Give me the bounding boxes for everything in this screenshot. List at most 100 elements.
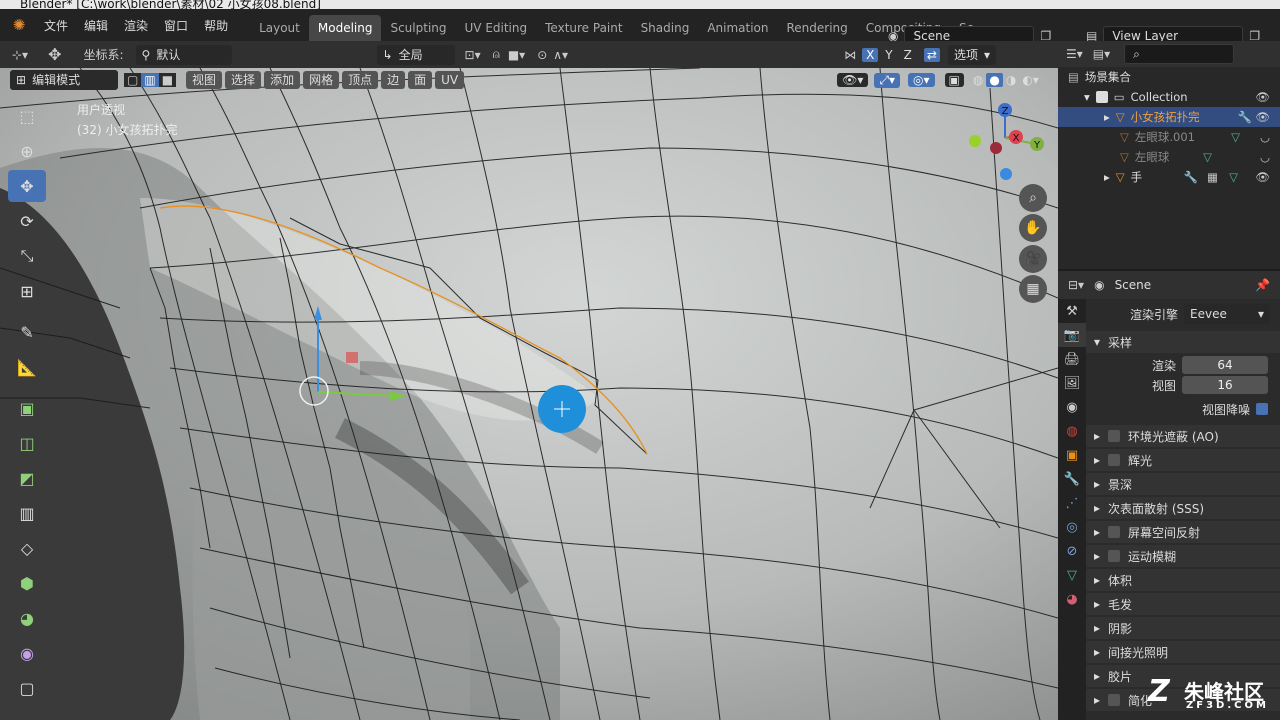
rendered-shading-icon[interactable]: ◐▾ xyxy=(1019,73,1042,87)
snap-icon[interactable]: ⍝ xyxy=(493,47,500,62)
panel-volumetrics[interactable]: ▸ 体积 xyxy=(1086,569,1280,591)
cursor-icon[interactable]: ⊕ xyxy=(8,135,46,167)
menu-help[interactable]: 帮助 xyxy=(196,17,236,34)
scale-icon[interactable]: ⤡ xyxy=(8,240,46,272)
wrench-icon[interactable]: 🔧 xyxy=(1238,110,1252,124)
extrude-icon[interactable]: ▣ xyxy=(8,392,46,424)
edge-slide-icon[interactable]: ▢ xyxy=(8,672,46,704)
ssr-checkbox[interactable] xyxy=(1108,526,1121,538)
loop-cut-icon[interactable]: ▥ xyxy=(8,497,46,529)
smooth-icon[interactable]: ◉ xyxy=(8,637,46,669)
panel-bloom[interactable]: ▸ 辉光 xyxy=(1086,449,1280,471)
options-dropdown[interactable]: 选项 ▾ xyxy=(947,44,996,65)
gizmo-toggle-icon[interactable]: ⤢▾ xyxy=(874,72,901,88)
ao-checkbox[interactable] xyxy=(1108,430,1121,442)
overlay-toggle-icon[interactable]: ◎▾ xyxy=(908,73,935,87)
edge-select-icon[interactable]: ▥ xyxy=(141,73,159,87)
menu-edit[interactable]: 编辑 xyxy=(76,17,116,34)
tab-layout[interactable]: Layout xyxy=(250,15,309,41)
poly-build-icon[interactable]: ⬢ xyxy=(8,567,46,599)
axis-z-button[interactable]: Z xyxy=(900,48,916,62)
menu-face[interactable]: 面 xyxy=(408,71,433,89)
panel-ssr[interactable]: ▸ 屏幕空间反射 xyxy=(1086,521,1280,543)
outliner-search-input[interactable]: ⌕ xyxy=(1124,44,1235,64)
panel-indirect-lighting[interactable]: ▸ 间接光照明 xyxy=(1086,641,1280,663)
zoom-icon[interactable]: ⌕ xyxy=(1019,184,1047,212)
denoise-checkbox[interactable] xyxy=(1256,403,1268,415)
material-tab-icon[interactable]: ◕ xyxy=(1058,587,1086,611)
tab-shading[interactable]: Shading xyxy=(632,15,699,41)
visibility-icon[interactable]: 👁▾ xyxy=(837,73,869,87)
panel-hair[interactable]: ▸ 毛发 xyxy=(1086,593,1280,615)
panel-sss[interactable]: ▸ 次表面散射 (SSS) xyxy=(1086,497,1280,519)
tab-uv-editing[interactable]: UV Editing xyxy=(456,15,537,41)
face-select-icon[interactable]: ■ xyxy=(158,73,177,87)
coord-dropdown[interactable]: ⚲ 默认 xyxy=(135,44,232,65)
mesh-render[interactable] xyxy=(0,68,1058,720)
editor-type-icon[interactable]: ⊹▾ xyxy=(12,48,28,62)
snap-target-icon[interactable]: ■▾ xyxy=(508,48,525,62)
axis-y-button[interactable]: Y xyxy=(881,48,896,62)
eye-icon[interactable]: 👁 xyxy=(1255,110,1270,124)
outliner-item[interactable]: ▽ 左眼球.001 ▽ ◡ xyxy=(1058,127,1280,147)
panel-ao[interactable]: ▸ 环境光遮蔽 (AO) xyxy=(1086,425,1280,447)
menu-view[interactable]: 视图 xyxy=(186,71,223,89)
outliner-item[interactable]: ▸ ▽ 手 🔧 ▦ ▽ 👁 xyxy=(1058,167,1280,187)
transform-icon[interactable]: ⊞ xyxy=(8,275,46,307)
eye-closed-icon[interactable]: ◡ xyxy=(1260,130,1270,144)
tool-tab-icon[interactable]: ⚒ xyxy=(1058,299,1086,323)
pan-hand-icon[interactable]: ✋ xyxy=(1019,214,1047,242)
world-tab-icon[interactable]: ◍ xyxy=(1058,419,1086,443)
material-shading-icon[interactable]: ◑ xyxy=(1003,73,1019,87)
engine-dropdown[interactable]: Eevee ▾ xyxy=(1184,304,1270,324)
axis-x-button[interactable]: X xyxy=(862,47,879,62)
menu-vertex[interactable]: 顶点 xyxy=(342,71,379,89)
solid-shading-icon[interactable]: ● xyxy=(986,73,1003,87)
data-tab-icon[interactable]: ▽ xyxy=(1058,563,1086,587)
eye-closed-icon[interactable]: ◡ xyxy=(1260,150,1270,164)
gizmo-neg-y-ball[interactable] xyxy=(969,135,981,147)
gizmo-neg-z-ball[interactable] xyxy=(1000,168,1012,180)
eye-icon[interactable]: 👁 xyxy=(1255,90,1270,104)
measure-icon[interactable]: 📐 xyxy=(8,351,46,383)
viewport-samples-field[interactable]: 16 xyxy=(1182,376,1268,394)
outliner-editor-icon[interactable]: ☰▾ xyxy=(1066,47,1083,61)
xray-icon[interactable]: ▣ xyxy=(944,73,964,87)
move-tool-icon[interactable]: ✥ xyxy=(48,45,61,64)
menu-window[interactable]: 窗口 xyxy=(156,17,196,34)
properties-editor-icon[interactable]: ⊟▾ xyxy=(1068,278,1084,292)
scene-collection-row[interactable]: ▤ 场景集合 xyxy=(1058,67,1280,87)
spin-icon[interactable]: ◕ xyxy=(8,602,46,634)
sampling-panel[interactable]: ▾ 采样 xyxy=(1086,331,1280,353)
menu-uv[interactable]: UV xyxy=(435,71,465,89)
tab-modeling[interactable]: Modeling xyxy=(308,15,382,41)
panel-dof[interactable]: ▸ 景深 xyxy=(1086,473,1280,495)
orientation-dropdown[interactable]: ↳ 全局 xyxy=(376,44,455,65)
view-layer-tab-icon[interactable]: 🖼 xyxy=(1058,371,1086,395)
proportional-edit-icon[interactable]: ⊙ xyxy=(537,48,547,62)
panel-motion-blur[interactable]: ▸ 运动模糊 xyxy=(1086,545,1280,567)
display-mode-icon[interactable]: ▤▾ xyxy=(1093,47,1110,61)
falloff-icon[interactable]: ∧▾ xyxy=(553,48,568,62)
render-samples-field[interactable]: 64 xyxy=(1182,356,1268,374)
gizmo-neg-x-ball[interactable] xyxy=(990,142,1002,154)
pin-icon[interactable]: 📌 xyxy=(1255,278,1270,292)
bevel-icon[interactable]: ◩ xyxy=(8,462,46,494)
tab-rendering[interactable]: Rendering xyxy=(778,15,857,41)
tab-animation[interactable]: Animation xyxy=(698,15,777,41)
inset-icon[interactable]: ◫ xyxy=(8,427,46,459)
move-icon[interactable]: ✥ xyxy=(8,170,46,202)
wireframe-shading-icon[interactable]: ◍ xyxy=(970,73,986,87)
menu-select[interactable]: 选择 xyxy=(225,71,262,89)
knife-icon[interactable]: ◇ xyxy=(8,532,46,564)
bloom-checkbox[interactable] xyxy=(1108,454,1121,466)
modifier-tab-icon[interactable]: 🔧 xyxy=(1058,467,1086,491)
gizmo-plane-handle[interactable] xyxy=(346,352,358,363)
menu-edge[interactable]: 边 xyxy=(381,71,406,89)
ortho-grid-icon[interactable]: ▦ xyxy=(1019,275,1047,303)
panel-shadows[interactable]: ▸ 阴影 xyxy=(1086,617,1280,639)
menu-file[interactable]: 文件 xyxy=(36,17,76,34)
scene-tab-icon[interactable]: ◉ xyxy=(1058,395,1086,419)
eye-icon[interactable]: 👁 xyxy=(1255,170,1270,184)
particles-tab-icon[interactable]: ⋰ xyxy=(1058,491,1086,515)
